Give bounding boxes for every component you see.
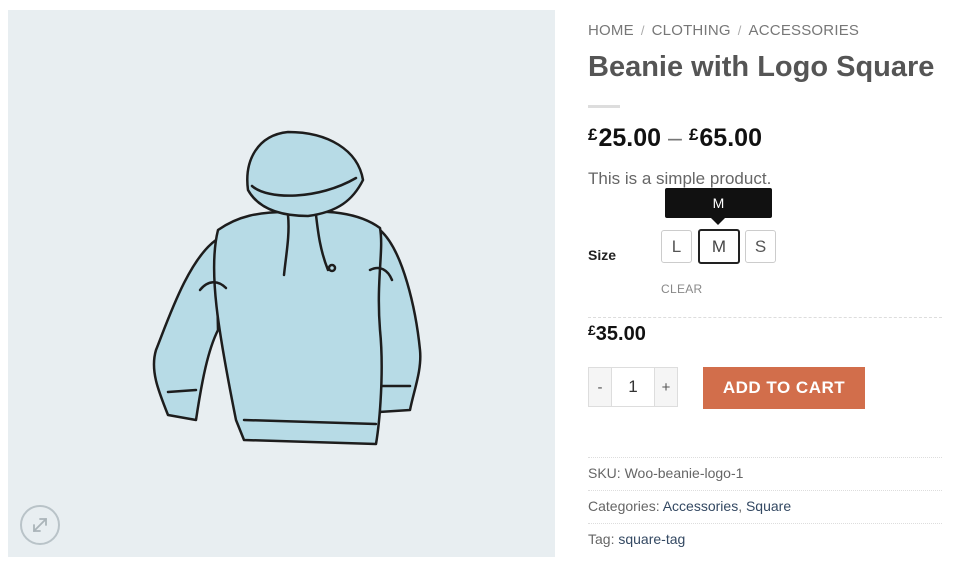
tag-link-square-tag[interactable]: square-tag [618, 531, 685, 547]
currency-symbol: £ [588, 322, 596, 338]
title-divider [588, 105, 620, 108]
zoom-button[interactable] [20, 505, 60, 545]
breadcrumb: HOME / CLOTHING / ACCESSORIES [588, 22, 859, 39]
meta-divider [588, 457, 942, 458]
product-title: Beanie with Logo Square [588, 51, 935, 83]
qty-minus-button[interactable]: - [588, 367, 612, 407]
size-tooltip: M [665, 188, 772, 218]
price-dash: – [668, 124, 682, 152]
product-page: HOME / CLOTHING / ACCESSORIES Beanie with Lo… [0, 0, 970, 563]
categories-row: Categories: Accessories, Square [588, 498, 791, 514]
size-swatch-s[interactable]: S [745, 230, 776, 263]
clear-selection-link[interactable]: CLEAR [661, 282, 703, 296]
tag-label: Tag: [588, 531, 615, 547]
tag-row: Tag: square-tag [588, 531, 685, 547]
category-link-square[interactable]: Square [746, 498, 791, 514]
sku-label: SKU: [588, 465, 621, 481]
price-range: £25.00– £65.00 [588, 124, 762, 153]
product-description: This is a simple product. [588, 169, 772, 188]
breadcrumb-accessories[interactable]: ACCESSORIES [749, 22, 860, 39]
breadcrumb-separator: / [737, 23, 742, 38]
add-to-cart-button[interactable]: ADD TO CART [703, 367, 865, 409]
size-swatch-l[interactable]: L [661, 230, 692, 263]
variation-price-amount: 35.00 [595, 323, 646, 345]
size-swatch-m[interactable]: M [698, 229, 740, 264]
breadcrumb-home[interactable]: HOME [588, 22, 634, 39]
currency-symbol: £ [588, 125, 598, 144]
breadcrumb-clothing[interactable]: CLOTHING [652, 22, 731, 39]
hoodie-image [152, 130, 422, 446]
meta-divider [588, 523, 942, 524]
qty-plus-button[interactable]: + [654, 367, 678, 407]
variation-divider [588, 317, 942, 318]
price-min: 25.00 [598, 124, 662, 152]
price-max: 65.00 [699, 124, 762, 152]
breadcrumb-separator: / [640, 23, 645, 38]
product-gallery[interactable] [8, 10, 555, 557]
size-label: Size [588, 247, 617, 263]
sku-row: SKU: Woo-beanie-logo-1 [588, 465, 743, 481]
tooltip-arrow [711, 218, 725, 225]
categories-label: Categories: [588, 498, 660, 514]
expand-arrows-icon [33, 518, 47, 532]
currency-symbol: £ [688, 125, 699, 144]
quantity-stepper: - 1 + [588, 367, 678, 407]
category-link-accessories[interactable]: Accessories [663, 498, 738, 514]
qty-input[interactable]: 1 [612, 367, 654, 407]
variation-price: £35.00 [588, 322, 646, 346]
categories-separator: , [738, 498, 743, 514]
sku-value: Woo-beanie-logo-1 [624, 465, 744, 481]
meta-divider [588, 490, 942, 491]
